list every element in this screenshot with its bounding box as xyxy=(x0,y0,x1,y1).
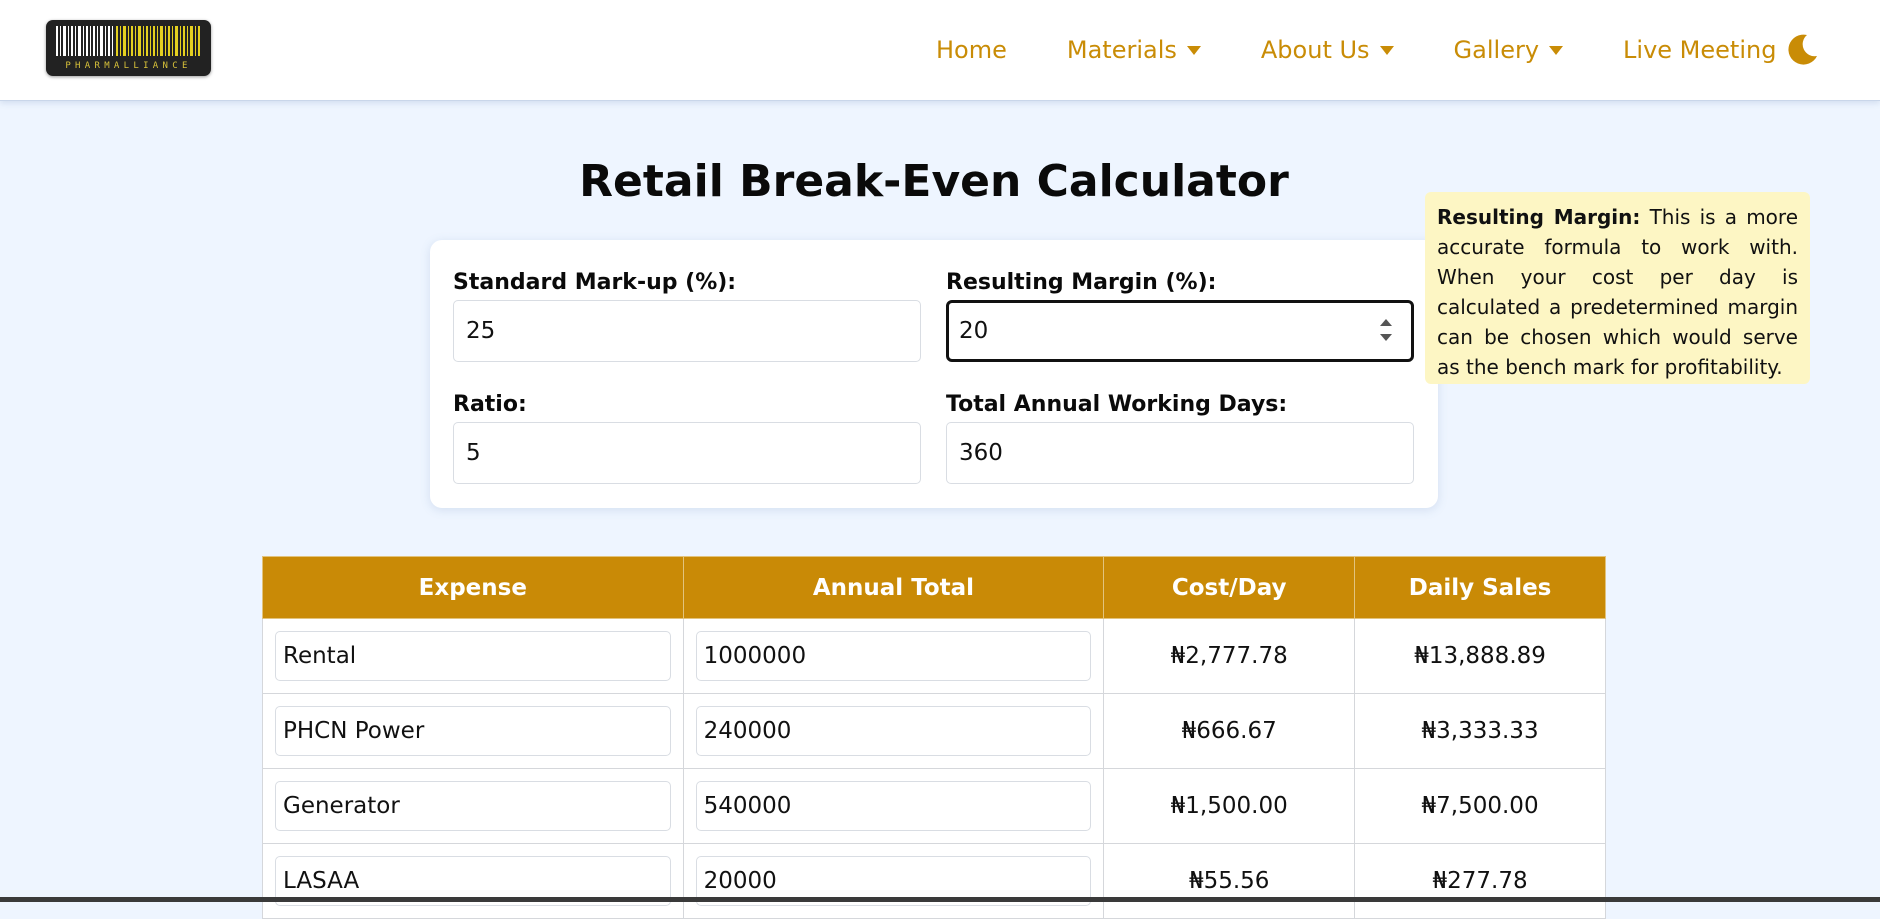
tooltip-body: This is a more accurate formula to work … xyxy=(1437,205,1799,379)
cost-day-cell: ₦666.67 xyxy=(1103,693,1356,769)
nav-materials[interactable]: Materials xyxy=(1067,36,1201,64)
header-annual-total: Annual Total xyxy=(682,556,1105,619)
stepper-up-icon[interactable] xyxy=(1380,319,1392,326)
annual-total-input[interactable] xyxy=(695,706,1092,756)
margin-stepper[interactable] xyxy=(1375,315,1397,351)
nav-gallery[interactable]: Gallery xyxy=(1453,36,1564,64)
header-daily-sales: Daily Sales xyxy=(1354,556,1606,619)
annual-total-input[interactable] xyxy=(695,781,1092,831)
daily-sales-cell: ₦13,888.89 xyxy=(1354,618,1606,694)
stepper-down-icon[interactable] xyxy=(1380,334,1392,341)
pharmalliance-logo[interactable]: PHARMALLIANCE xyxy=(46,20,211,76)
nav-home-label: Home xyxy=(936,36,1007,64)
window-bottom-edge xyxy=(0,897,1880,902)
caret-down-icon xyxy=(1379,45,1394,55)
working-days-input[interactable] xyxy=(946,422,1414,484)
moon-icon[interactable] xyxy=(1786,32,1820,66)
ratio-input[interactable] xyxy=(453,422,921,484)
margin-tooltip: Resulting Margin: This is a more accurat… xyxy=(1425,192,1810,384)
markup-label: Standard Mark-up (%): xyxy=(453,270,737,295)
cost-day-cell: ₦2,777.78 xyxy=(1103,618,1356,694)
tooltip-title: Resulting Margin: xyxy=(1437,205,1641,229)
nav-about-us[interactable]: About Us xyxy=(1261,36,1394,64)
expense-name-input[interactable] xyxy=(275,781,671,831)
margin-input[interactable] xyxy=(946,300,1414,362)
markup-input[interactable] xyxy=(453,300,921,362)
annual-total-input[interactable] xyxy=(695,631,1092,681)
nav-gallery-label: Gallery xyxy=(1453,36,1540,64)
ratio-label: Ratio: xyxy=(453,392,527,417)
expense-table: Expense Annual Total Cost/Day Daily Sale… xyxy=(262,556,1606,919)
header-cost-day: Cost/Day xyxy=(1103,556,1356,619)
working-days-label: Total Annual Working Days: xyxy=(946,392,1288,417)
expense-name-input[interactable] xyxy=(275,706,671,756)
table-row: ₦666.67 ₦3,333.33 xyxy=(262,693,1606,769)
nav-about-us-label: About Us xyxy=(1260,36,1370,64)
table-row: ₦2,777.78 ₦13,888.89 xyxy=(262,618,1606,694)
cost-day-cell: ₦1,500.00 xyxy=(1103,768,1356,844)
nav-home[interactable]: Home xyxy=(936,36,1007,64)
table-header-row: Expense Annual Total Cost/Day Daily Sale… xyxy=(262,556,1606,619)
nav-materials-label: Materials xyxy=(1066,36,1177,64)
table-row: ₦1,500.00 ₦7,500.00 xyxy=(262,768,1606,844)
daily-sales-cell: ₦7,500.00 xyxy=(1354,768,1606,844)
top-navbar: PHARMALLIANCE Home Materials About Us Ga… xyxy=(0,0,1880,101)
header-expense: Expense xyxy=(262,556,684,619)
caret-down-icon xyxy=(1549,45,1564,55)
cost-day-cell: ₦55.56 xyxy=(1103,843,1356,919)
inputs-card: Standard Mark-up (%): Resulting Margin (… xyxy=(430,240,1438,508)
daily-sales-cell: ₦3,333.33 xyxy=(1354,693,1606,769)
main-nav: Home Materials About Us Gallery Live Mee… xyxy=(936,32,1836,68)
logo-wordmark: PHARMALLIANCE xyxy=(65,61,192,71)
nav-live-meeting[interactable]: Live Meeting xyxy=(1623,36,1776,64)
expense-name-input[interactable] xyxy=(275,631,671,681)
caret-down-icon xyxy=(1186,45,1201,55)
daily-sales-cell: ₦277.78 xyxy=(1354,843,1606,919)
margin-label: Resulting Margin (%): xyxy=(946,270,1217,295)
table-row: ₦55.56 ₦277.78 xyxy=(262,843,1606,919)
nav-live-meeting-label: Live Meeting xyxy=(1623,36,1777,64)
